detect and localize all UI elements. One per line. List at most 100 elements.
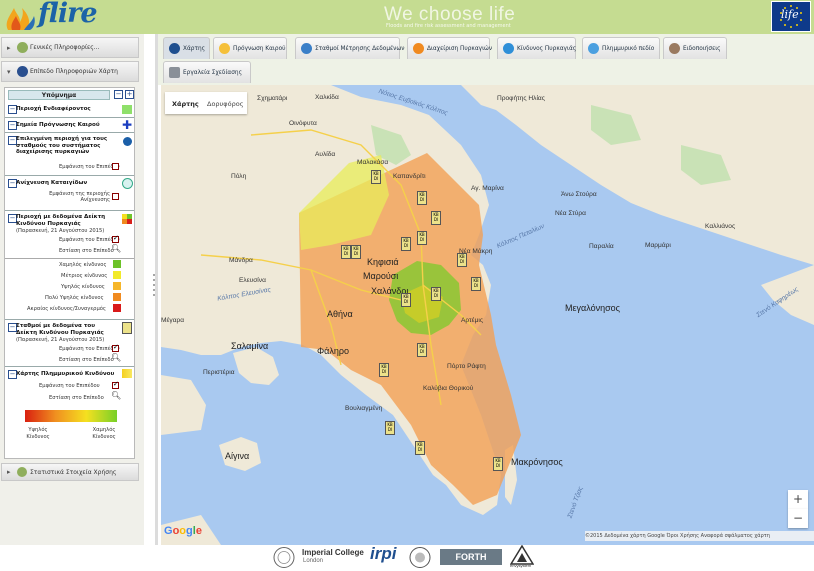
map-label: Μακρόνησος <box>511 457 563 467</box>
tab-fire-management[interactable]: Διαχείριση Πυρκαγιών <box>407 37 492 59</box>
map-base <box>161 85 814 545</box>
legend-fire-detection: − Ανίχνευση Καταιγίδων Εμφάνιση της περι… <box>5 176 134 211</box>
map-label: Μάνδρα <box>229 257 253 264</box>
flood-gradient-bar <box>25 410 117 422</box>
show-layer-label: Εμφάνιση του Επιπέδου <box>39 383 100 389</box>
legend-weather-points: − Σημεία Πρόγνωσης Καιρού ✚ <box>5 118 134 133</box>
map-attribution[interactable]: ©2015 Δεδομένα χάρτη Google Όροι Χρήσης … <box>585 531 814 541</box>
show-fire-index-checkbox[interactable] <box>112 234 119 243</box>
map-label: Κηφισιά <box>367 257 399 267</box>
map-label: Αγ. Μαρίνα <box>471 185 504 192</box>
station-marker-icon <box>122 322 132 334</box>
station-marker[interactable]: KB DI <box>431 287 441 301</box>
station-marker[interactable]: KB DI <box>371 170 381 184</box>
map-label: Παραλία <box>589 243 614 250</box>
imperial-crest-logo <box>272 546 296 569</box>
show-layer-checkbox[interactable] <box>112 163 119 170</box>
tab-notifications[interactable]: Ειδοποιήσεις <box>663 37 727 59</box>
station-marker[interactable]: KB DI <box>341 245 351 259</box>
map-label: Μαρμάρι <box>645 242 671 249</box>
show-area-checkbox[interactable] <box>112 193 119 200</box>
general-info-label: Γενικές Πληροφορίες... <box>30 44 100 51</box>
station-marker[interactable]: KB DI <box>431 211 441 225</box>
legend-collapse-button[interactable]: − <box>114 90 123 99</box>
envysystem-text: envysystem <box>510 563 532 568</box>
magnifier-icon[interactable]: 🔍︎ <box>111 244 121 253</box>
magnifier-icon[interactable]: 🔍︎ <box>111 353 121 362</box>
map-label: Πόλη <box>231 173 247 180</box>
show-stations-checkbox[interactable] <box>112 343 119 352</box>
triangle-right-icon: ▸ <box>7 468 11 476</box>
map-label: Αίγινα <box>225 451 250 461</box>
tab-flood-label: Πλημμυρικό πεδίο <box>602 46 655 52</box>
station-marker[interactable]: KB DI <box>401 293 411 307</box>
map-label: Βουλιαγμένη <box>345 405 383 412</box>
focus-layer-label: Εστίαση στο Επίπεδο <box>59 248 114 254</box>
tab-notifications-label: Ειδοποιήσεις <box>683 46 721 52</box>
low-risk-label: Χαμηλός Κίνδυνος <box>92 427 116 440</box>
tab-drawing-tools[interactable]: Εργαλεία Σχεδίασης <box>163 61 251 83</box>
station-marker[interactable]: KB DI <box>417 191 427 205</box>
show-flood-checkbox[interactable] <box>112 380 119 389</box>
risk-high-label: Υψηλός κίνδυνος <box>61 284 105 290</box>
weather-points-label: Σημεία Πρόγνωσης Καιρού <box>16 122 100 128</box>
map-type-satellite[interactable]: Δορυφόρος <box>207 100 244 108</box>
flood-map-label: Χάρτης Πλημμυρικού Κινδύνου <box>16 371 115 377</box>
university-crest-logo <box>408 546 432 569</box>
fire-detection-label: Ανίχνευση Καταιγίδων <box>16 180 88 186</box>
station-marker[interactable]: KB DI <box>401 237 411 251</box>
map-type-map[interactable]: Χάρτης <box>172 100 199 108</box>
tab-fire-risk[interactable]: Κίνδυνος Πυρκαγιάς <box>497 37 576 59</box>
zoom-out-button[interactable]: − <box>788 509 808 528</box>
info-icon <box>17 42 28 53</box>
accordion-statistics[interactable]: ▸ Στατιστικά Στοιχεία Χρήσης <box>1 463 139 481</box>
legend-expand-button[interactable]: + <box>125 90 134 99</box>
splitter-bar <box>155 34 158 545</box>
station-marker[interactable]: KB DI <box>417 231 427 245</box>
station-marker[interactable]: KB DI <box>471 277 481 291</box>
stations-index-label: Σταθμοί με δεδομένα του Δείκτη Κινδύνου … <box>16 323 104 336</box>
legend-station-area: − Επιλεγμένη περιοχή για τους σταθμούς τ… <box>5 133 134 176</box>
area-swatch <box>122 105 132 114</box>
station-marker[interactable]: KB DI <box>493 457 503 471</box>
statistics-icon <box>17 467 27 477</box>
map-type-control[interactable]: Χάρτης Δορυφόρος <box>165 92 247 114</box>
tab-fire-risk-label: Κίνδυνος Πυρκαγιάς <box>517 46 577 52</box>
fire-icon <box>413 43 424 54</box>
accordion-map-info-level[interactable]: ▾ Επίπεδο Πληροφοριών Χάρτη <box>1 61 139 82</box>
station-marker[interactable]: KB DI <box>417 343 427 357</box>
water-drop-icon <box>588 43 599 54</box>
logo-text: flire <box>38 0 98 29</box>
station-marker[interactable]: KB DI <box>379 363 389 377</box>
zoom-in-button[interactable]: + <box>788 490 808 509</box>
slogan-subtitle: Floods and fire risk assessment and mana… <box>386 23 511 29</box>
map-label: Φάληρο <box>317 346 350 356</box>
accordion-general-info[interactable]: ▸ Γενικές Πληροφορίες... <box>1 37 139 58</box>
map-canvas[interactable]: Χάρτης Δορυφόρος Χαλκίδα Σχηματάρι Οινόφ… <box>161 85 814 545</box>
flire-logo[interactable]: flire <box>2 0 106 32</box>
station-marker[interactable]: KB DI <box>385 421 395 435</box>
tab-flood-field[interactable]: Πλημμυρικό πεδίο <box>582 37 660 59</box>
station-marker[interactable]: KB DI <box>415 441 425 455</box>
tab-measuring-stations[interactable]: Σταθμοί Μέτρησης Δεδομένων <box>295 37 404 59</box>
map-label: Αρτέμις <box>461 317 484 324</box>
risk-grid-icon <box>122 214 132 224</box>
tab-weather-forecast[interactable]: Πρόγνωση Καιρού <box>213 37 287 59</box>
station-marker[interactable]: KB DI <box>351 245 361 259</box>
risk-very-high-label: Πολύ Υψηλός κίνδυνος <box>45 295 104 301</box>
focus-layer-label: Εστίαση στο Επίπεδο <box>49 395 104 401</box>
map-label: Καπανδρίτι <box>393 173 426 180</box>
map-label: Οινόφυτα <box>289 120 317 127</box>
tab-map[interactable]: Χάρτης <box>163 37 210 59</box>
life-eu-logo: life <box>771 1 811 32</box>
map-label: Μέγαρα <box>161 317 185 324</box>
magnifier-icon[interactable]: 🔍︎ <box>111 391 121 400</box>
irpi-logo: irpi <box>370 544 397 563</box>
show-area-label: Εμφάνιση της περιοχής Ανίχνευσης <box>49 191 110 203</box>
sidebar: ▸ Γενικές Πληροφορίες... ▾ Επίπεδο Πληρο… <box>0 34 144 545</box>
flame-icon <box>6 8 35 30</box>
stations-date: (Παρασκευή, 21 Αυγούστου 2015) <box>16 337 105 343</box>
station-marker[interactable]: KB DI <box>457 253 467 267</box>
map-label: Ελευσίνα <box>239 277 266 284</box>
map-label: Πόρτο Ράφτη <box>447 363 486 370</box>
